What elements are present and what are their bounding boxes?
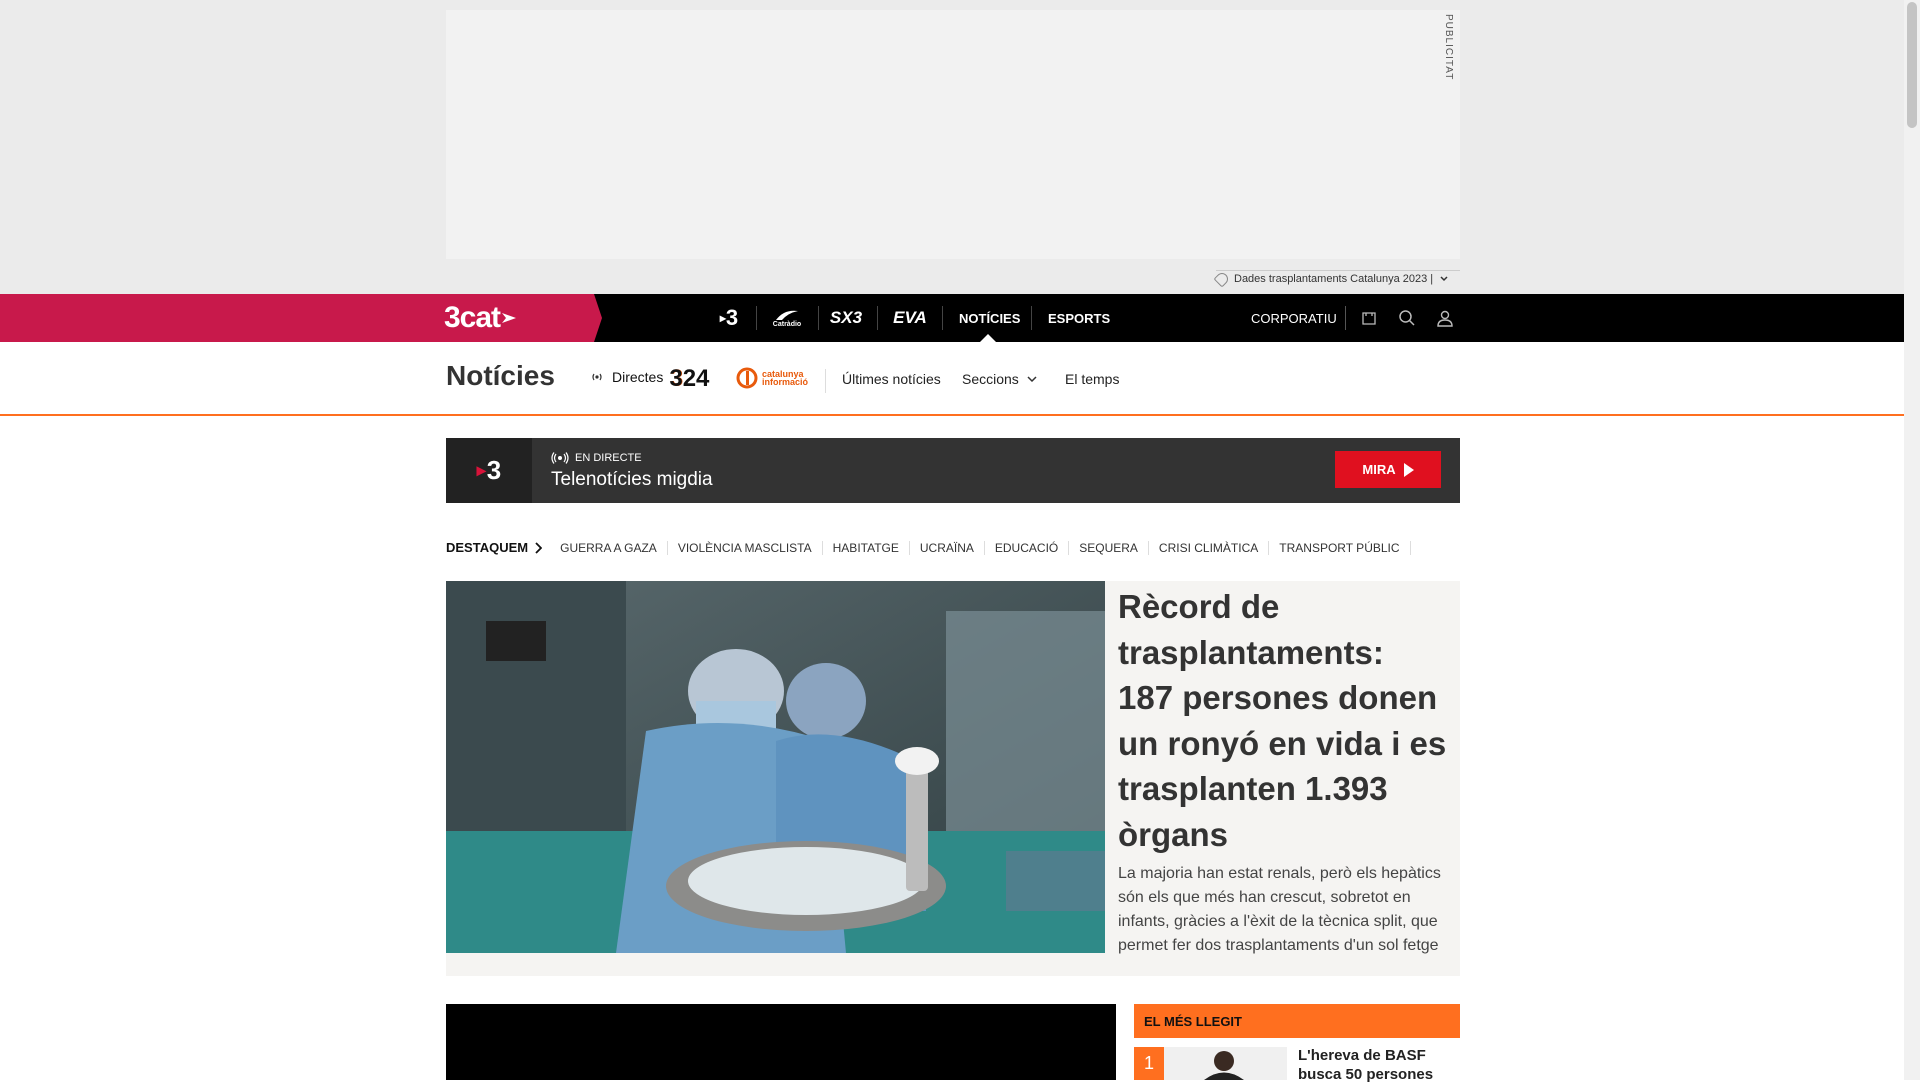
nav-corporatiu[interactable]: CORPORATIU: [1251, 294, 1337, 342]
nav-divider: [1345, 306, 1346, 330]
nav-divider: [942, 306, 943, 330]
tag-icon: [1213, 270, 1231, 288]
catradio-icon: [776, 310, 798, 320]
video-player[interactable]: [446, 1004, 1116, 1080]
surgery-photo: [446, 581, 1105, 953]
nav-seccions[interactable]: Seccions: [962, 371, 1037, 387]
destaquem-item[interactable]: GUERRA A GAZA: [550, 540, 668, 555]
tagline-text: Dades trasplantaments Catalunya 2023 |: [1234, 273, 1434, 285]
live-status: EN DIRECTE: [551, 452, 642, 464]
logo-catalunya-informacio[interactable]: catalunya informació: [736, 367, 820, 389]
play-icon: [1403, 462, 1414, 477]
section-header: [0, 342, 1904, 416]
nav-esports[interactable]: ESPORTS: [1048, 294, 1110, 342]
destaquem-item[interactable]: UCRAÏNA: [910, 540, 985, 555]
destaquem-bar: DESTAQUEM GUERRA A GAZA VIOLÈNCIA MASCLI…: [446, 540, 1411, 555]
destaquem-item[interactable]: HABITATGE: [823, 540, 910, 555]
channel-3[interactable]: ▸ 3: [716, 294, 742, 342]
page-title[interactable]: Notícies: [446, 360, 555, 392]
nav-ultimes-noticies[interactable]: Últimes notícies: [842, 371, 941, 387]
chevron-down-icon: [1027, 376, 1037, 383]
nav-divider: [756, 306, 757, 330]
channel-eva[interactable]: EVA: [890, 294, 930, 342]
channel-sx3[interactable]: SX3: [828, 294, 864, 342]
channel-arrow-icon: ▸: [476, 460, 486, 480]
destaquem-label[interactable]: DESTAQUEM: [446, 540, 543, 555]
ci-icon: [736, 367, 758, 389]
hero-image[interactable]: [446, 581, 1105, 953]
most-read-title[interactable]: L'hereva de BASF busca 50 persones: [1298, 1046, 1458, 1084]
brand-arrow-icon: [502, 313, 517, 323]
ad-label: PUBLICITAT: [1443, 14, 1454, 81]
cart-icon[interactable]: [1357, 306, 1381, 330]
destaquem-item[interactable]: VIOLÈNCIA MASCLISTA: [668, 540, 823, 555]
live-program-title[interactable]: Telenotícies migdia: [551, 469, 713, 491]
mira-button[interactable]: MIRA: [1335, 451, 1441, 488]
chevron-down-icon[interactable]: [1439, 274, 1449, 284]
active-indicator: [980, 334, 996, 342]
destaquem-item[interactable]: TRANSPORT PÚBLIC: [1269, 540, 1411, 555]
nav-divider: [818, 306, 819, 330]
brand-logo[interactable]: 3cat: [444, 301, 517, 334]
section-divider: [825, 369, 826, 393]
most-read-heading: EL MÉS LLEGIT: [1134, 1004, 1460, 1038]
destaquem-item[interactable]: CRISI CLIMÀTICA: [1149, 540, 1270, 555]
hero-lead: La majoria han estat renals, però els he…: [1118, 865, 1441, 954]
live-channel-logo[interactable]: ▸ 3: [446, 438, 532, 503]
hero-title[interactable]: Rècord de trasplantaments: 187 persones …: [1118, 584, 1448, 857]
ad-banner[interactable]: [446, 10, 1460, 259]
live-broadcast-icon: [592, 373, 602, 381]
nav-divider: [877, 306, 878, 330]
scrollbar-thumb[interactable]: [1907, 2, 1917, 128]
destaquem-item[interactable]: EDUCACIÓ: [985, 540, 1070, 555]
destaquem-item[interactable]: SEQUERA: [1069, 540, 1149, 555]
nav-el-temps[interactable]: El temps: [1065, 371, 1119, 387]
logo-324[interactable]: 3 324: [669, 365, 709, 393]
search-icon[interactable]: [1395, 306, 1419, 330]
chevron-right-icon: [535, 541, 543, 554]
scrollbar[interactable]: [1904, 0, 1920, 1080]
live-broadcast-icon: [551, 452, 569, 464]
most-read-rank: 1: [1134, 1047, 1164, 1080]
tagline-divider: [1216, 270, 1460, 271]
user-icon[interactable]: [1433, 306, 1457, 330]
tagline[interactable]: Dades trasplantaments Catalunya 2023 |: [1213, 270, 1449, 288]
channel-catradio[interactable]: Catràdio: [770, 294, 804, 342]
nav-divider: [1031, 306, 1032, 330]
directes-link[interactable]: Directes: [590, 369, 663, 385]
